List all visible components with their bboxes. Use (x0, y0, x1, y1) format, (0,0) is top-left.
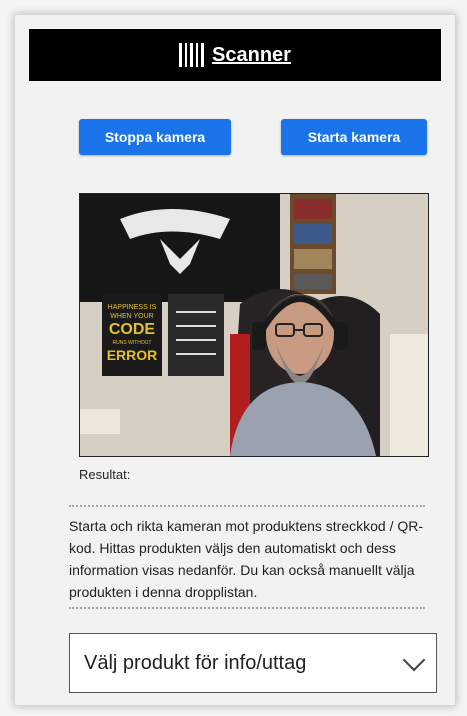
stop-camera-button[interactable]: Stoppa kamera (79, 119, 231, 155)
divider-top (69, 505, 425, 507)
app-header: Scanner (29, 29, 441, 81)
poster-line-3: CODE (109, 321, 156, 338)
start-camera-button[interactable]: Starta kamera (281, 119, 427, 155)
brand[interactable]: Scanner (179, 43, 291, 67)
poster-line-4: RUNS WITHOUT (113, 340, 152, 346)
barcode-icon (179, 43, 205, 67)
divider-bottom (69, 607, 425, 609)
product-select[interactable]: Välj produkt för info/uttag (69, 633, 437, 693)
result-label: Resultat: (79, 467, 131, 482)
poster-line-5: ERROR (107, 347, 158, 363)
app-title: Scanner (212, 43, 291, 66)
poster-line-1: HAPPINESS IS (108, 304, 157, 311)
product-select-value: Välj produkt för info/uttag (84, 651, 307, 674)
poster-line-2: WHEN YOUR (110, 313, 153, 320)
instructions-text: Starta och rikta kameran mot produktens … (69, 518, 424, 600)
chevron-down-icon (402, 648, 426, 672)
app-panel: Scanner Stoppa kamera Starta kamera HAPP… (14, 14, 456, 706)
camera-feed: HAPPINESS IS WHEN YOUR CODE RUNS WITHOUT… (79, 193, 429, 457)
